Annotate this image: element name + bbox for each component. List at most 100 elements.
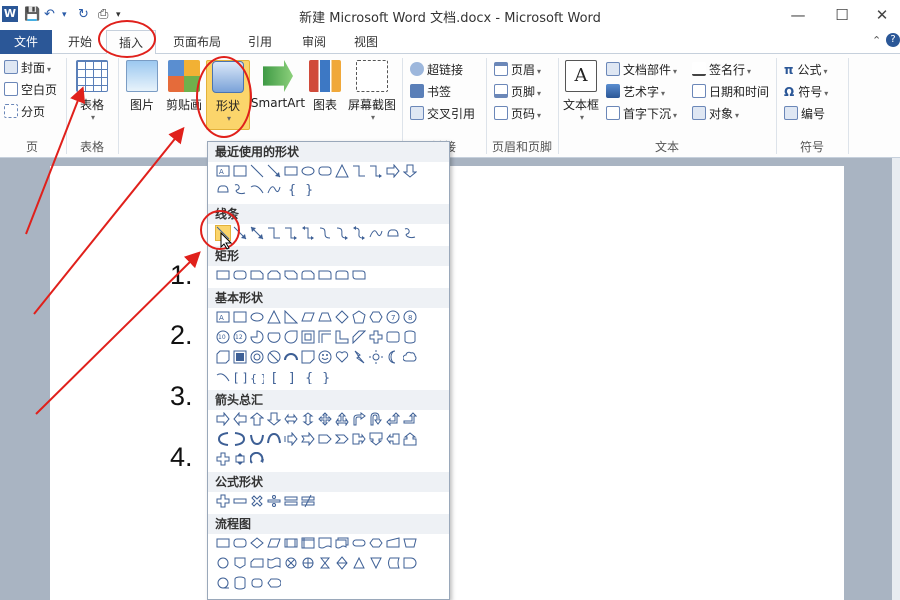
- double-arrow-line-shape-icon[interactable]: [250, 226, 264, 240]
- round-diagonal-rectangle-icon[interactable]: [352, 268, 366, 282]
- cloud-shape-icon[interactable]: [403, 350, 417, 364]
- flowchart-direct-access-storage-icon[interactable]: [250, 576, 264, 590]
- folded-corner-shape-icon[interactable]: [301, 350, 315, 364]
- plaque-shape-icon[interactable]: [386, 330, 400, 344]
- freeform-shape-icon[interactable]: [386, 226, 400, 240]
- flowchart-document-icon[interactable]: [318, 536, 332, 550]
- chord-shape-icon[interactable]: [267, 330, 281, 344]
- snip-rectangle-shape-icon[interactable]: [250, 268, 264, 282]
- left-right-up-arrow-shape-icon[interactable]: [335, 412, 349, 426]
- vertical-scrollbar[interactable]: [892, 158, 900, 600]
- oval-shape-icon[interactable]: [301, 164, 315, 178]
- flowchart-summing-junction-icon[interactable]: [284, 556, 298, 570]
- right-arrow-shape-icon[interactable]: [216, 412, 230, 426]
- flowchart-alternate-process-icon[interactable]: [233, 536, 247, 550]
- flowchart-delay-icon[interactable]: [403, 556, 417, 570]
- bevel-shape-icon[interactable]: [233, 350, 247, 364]
- right-arrow-shape-icon[interactable]: [386, 164, 400, 178]
- curved-down-arrow-shape-icon[interactable]: [267, 432, 281, 446]
- snip-round-rectangle-icon[interactable]: [301, 268, 315, 282]
- flowchart-connector-icon[interactable]: [216, 556, 230, 570]
- round-same-side-rectangle-icon[interactable]: [335, 268, 349, 282]
- circular-arrow-shape-icon[interactable]: [250, 452, 264, 466]
- l-shape-icon[interactable]: [335, 330, 349, 344]
- octagon-shape-icon[interactable]: 8: [403, 310, 417, 324]
- bent-arrow-shape-icon[interactable]: [352, 412, 366, 426]
- elbow-connector-icon[interactable]: [267, 226, 281, 240]
- left-arrow-callout-shape-icon[interactable]: [386, 432, 400, 446]
- bookmark-button[interactable]: 书签: [410, 82, 451, 102]
- flowchart-collate-icon[interactable]: [318, 556, 332, 570]
- lightning-bolt-shape-icon[interactable]: [352, 350, 366, 364]
- curved-arrow-connector-icon[interactable]: [335, 226, 349, 240]
- flowchart-terminator-icon[interactable]: [352, 536, 366, 550]
- no-symbol-shape-icon[interactable]: [267, 350, 281, 364]
- notched-right-arrow-shape-icon[interactable]: [301, 432, 315, 446]
- rounded-rectangle-shape-icon[interactable]: [233, 268, 247, 282]
- rectangle-shape-icon[interactable]: [216, 268, 230, 282]
- rounded-rectangle-shape-icon[interactable]: [318, 164, 332, 178]
- arrow-line-shape-icon[interactable]: [267, 164, 281, 178]
- up-down-arrow-shape-icon[interactable]: [301, 412, 315, 426]
- flowchart-card-icon[interactable]: [250, 556, 264, 570]
- up-arrow-shape-icon[interactable]: [250, 412, 264, 426]
- pentagon-shape-icon[interactable]: [352, 310, 366, 324]
- right-arrow-callout-shape-icon[interactable]: [352, 432, 366, 446]
- object-button[interactable]: 对象 ▾: [692, 104, 739, 124]
- quad-arrow-callout-shape-icon[interactable]: [233, 452, 247, 466]
- textbox-button[interactable]: A 文本框 ▾: [560, 60, 602, 122]
- plus-shape-icon[interactable]: [216, 494, 230, 508]
- left-arrow-shape-icon[interactable]: [233, 412, 247, 426]
- chart-button[interactable]: 图表: [308, 60, 342, 113]
- right-brace-shape-icon[interactable]: }: [301, 182, 315, 196]
- curved-right-arrow-shape-icon[interactable]: [216, 432, 230, 446]
- left-right-arrow-callout-shape-icon[interactable]: [216, 452, 230, 466]
- tab-home[interactable]: 开始: [60, 30, 100, 54]
- pentagon-arrow-shape-icon[interactable]: [318, 432, 332, 446]
- triangle-shape-icon[interactable]: [267, 310, 281, 324]
- textbox-shape-icon[interactable]: A: [216, 310, 230, 324]
- right-bracket-shape-icon[interactable]: ]: [284, 370, 298, 384]
- heptagon-shape-icon[interactable]: 7: [386, 310, 400, 324]
- striped-right-arrow-shape-icon[interactable]: [284, 432, 298, 446]
- arc-shape-icon[interactable]: [216, 370, 230, 384]
- flowchart-multidocument-icon[interactable]: [335, 536, 349, 550]
- cross-shape-icon[interactable]: [369, 330, 383, 344]
- left-brace-shape-icon[interactable]: {: [301, 370, 315, 384]
- flowchart-sequential-access-storage-icon[interactable]: [216, 576, 230, 590]
- smartart-button[interactable]: SmartArt: [250, 60, 306, 110]
- page-number-button[interactable]: 页码 ▾: [494, 104, 541, 124]
- smiley-face-shape-icon[interactable]: [318, 350, 332, 364]
- elbow-arrow-connector-icon[interactable]: [369, 164, 383, 178]
- freeform-shape-icon[interactable]: [216, 182, 230, 196]
- heart-shape-icon[interactable]: [335, 350, 349, 364]
- help-icon[interactable]: ?: [886, 33, 900, 47]
- down-arrow-callout-shape-icon[interactable]: [369, 432, 383, 446]
- right-triangle-shape-icon[interactable]: [284, 310, 298, 324]
- cover-page-button[interactable]: 封面 ▾: [4, 58, 51, 78]
- symbol-button[interactable]: Ω 符号 ▾: [784, 82, 828, 102]
- curved-up-arrow-shape-icon[interactable]: [250, 432, 264, 446]
- wordart-button[interactable]: 艺术字 ▾: [606, 82, 665, 102]
- flowchart-process-icon[interactable]: [216, 536, 230, 550]
- arc-shape-icon[interactable]: [250, 182, 264, 196]
- curved-double-arrow-connector-icon[interactable]: [352, 226, 366, 240]
- decagon-shape-icon[interactable]: 10: [216, 330, 230, 344]
- tab-page-layout[interactable]: 页面布局: [168, 30, 226, 54]
- oval-shape-icon[interactable]: [250, 310, 264, 324]
- half-frame-shape-icon[interactable]: [318, 330, 332, 344]
- trapezoid-shape-icon[interactable]: [318, 310, 332, 324]
- flowchart-magnetic-disk-icon[interactable]: [233, 576, 247, 590]
- down-arrow-shape-icon[interactable]: [267, 412, 281, 426]
- tab-view[interactable]: 视图: [346, 30, 386, 54]
- flowchart-merge-icon[interactable]: [369, 556, 383, 570]
- down-arrow-shape-icon[interactable]: [403, 164, 417, 178]
- elbow-arrow-connector-icon[interactable]: [284, 226, 298, 240]
- scribble-shape-icon[interactable]: [233, 182, 247, 196]
- right-brace-shape-icon[interactable]: }: [318, 370, 332, 384]
- chevron-shape-icon[interactable]: [335, 432, 349, 446]
- scribble-shape-icon[interactable]: [403, 226, 417, 240]
- not-equal-shape-icon[interactable]: [301, 494, 315, 508]
- moon-shape-icon[interactable]: [386, 350, 400, 364]
- double-bracket-shape-icon[interactable]: [ ]: [233, 370, 247, 384]
